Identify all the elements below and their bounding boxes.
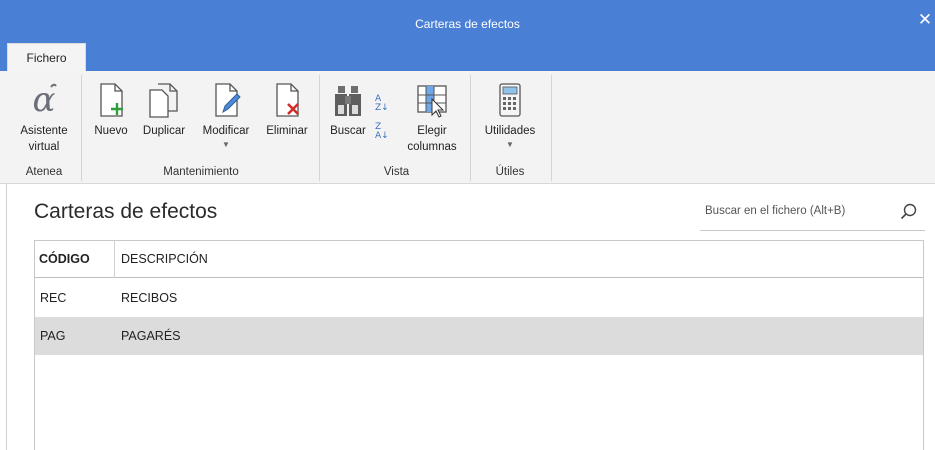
data-table: CÓDIGO DESCRIPCIÓN REC RECIBOS PAG PAGAR… xyxy=(34,240,924,450)
column-header-codigo[interactable]: CÓDIGO xyxy=(39,241,115,278)
ribbon-tab-row: Fichero xyxy=(0,42,935,71)
ribbon-separator xyxy=(470,75,471,181)
window-title: Carteras de efectos xyxy=(415,17,520,31)
search-underline xyxy=(700,230,925,231)
utilidades-button[interactable]: Utilidades ▼ xyxy=(476,81,544,151)
elegir-columnas-button[interactable]: Elegir columnas xyxy=(399,81,465,155)
group-label-mantenimiento: Mantenimiento xyxy=(163,166,239,178)
column-header-descripcion[interactable]: DESCRIPCIÓN xyxy=(121,241,208,278)
ribbon-separator xyxy=(551,75,552,181)
binoculars-icon xyxy=(335,86,361,116)
ribbon-separator xyxy=(81,75,82,181)
edit-document-icon xyxy=(215,83,241,117)
cell-descripcion: PAGARÉS xyxy=(121,329,181,343)
nuevo-button[interactable]: Nuevo xyxy=(88,81,134,139)
asistente-virtual-button[interactable]: α Asistente virtual xyxy=(13,81,75,155)
cell-codigo: PAG xyxy=(40,329,66,343)
search-icon[interactable] xyxy=(900,203,918,221)
alpha-assistant-icon: α xyxy=(33,81,57,117)
duplicate-icon xyxy=(149,83,178,118)
title-bar: Carteras de efectos ✕ xyxy=(0,0,935,42)
table-row[interactable]: PAG PAGARÉS xyxy=(35,317,923,355)
ribbon-separator xyxy=(319,75,320,181)
close-icon[interactable]: ✕ xyxy=(917,11,933,29)
chevron-down-icon: ▼ xyxy=(506,140,514,149)
table-row[interactable]: REC RECIBOS xyxy=(35,279,923,317)
sort-ascending-icon[interactable]: A Z↓ xyxy=(375,95,389,113)
cell-descripcion: RECIBOS xyxy=(121,291,178,305)
search-input[interactable]: Buscar en el fichero (Alt+B) xyxy=(705,205,845,217)
cell-codigo: REC xyxy=(40,291,67,305)
eliminar-button[interactable]: Eliminar xyxy=(260,81,314,139)
modificar-button[interactable]: Modificar ▼ xyxy=(194,81,258,151)
table-header: CÓDIGO DESCRIPCIÓN xyxy=(35,241,923,278)
group-label-vista: Vista xyxy=(383,166,410,178)
group-label-atenea: Atenea xyxy=(25,166,63,178)
new-document-icon xyxy=(100,83,123,117)
sort-descending-icon[interactable]: Z A↓ xyxy=(375,123,389,141)
calculator-icon xyxy=(499,83,521,117)
buscar-button[interactable]: Buscar xyxy=(326,81,370,139)
tab-fichero[interactable]: Fichero xyxy=(7,43,86,71)
chevron-down-icon: ▼ xyxy=(222,140,230,149)
choose-columns-icon xyxy=(417,85,447,118)
duplicar-button[interactable]: Duplicar xyxy=(136,81,192,139)
page-title: Carteras de efectos xyxy=(34,200,218,223)
group-label-utiles: Útiles xyxy=(495,166,525,178)
left-border xyxy=(6,184,7,450)
ribbon: α Asistente virtual Atenea Nuevo Duplica… xyxy=(0,71,935,184)
delete-document-icon xyxy=(276,83,299,117)
